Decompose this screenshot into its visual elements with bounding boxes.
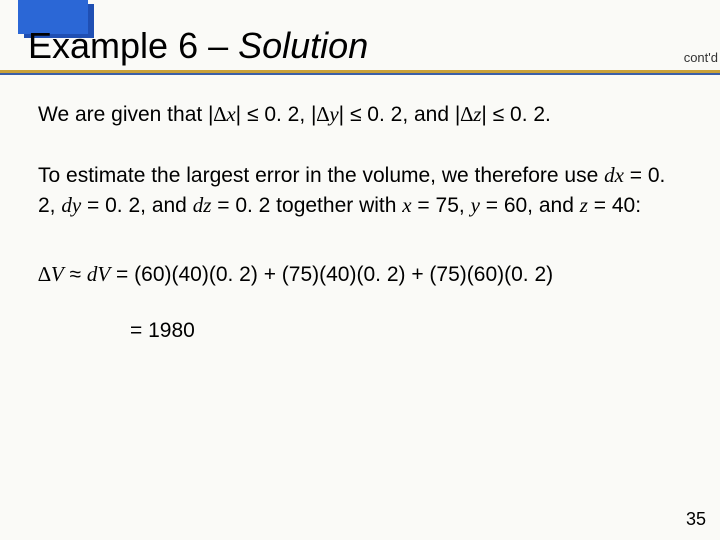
p1-text-c: | ≤ 0. 2, and |	[339, 103, 461, 126]
approx-sign: ≈	[64, 263, 87, 286]
p1-text-a: We are given that |	[38, 103, 214, 126]
p2-text-g: = 40:	[588, 194, 641, 217]
p2-text-f: = 60, and	[480, 194, 580, 217]
p2-text-d: = 0. 2 together with	[211, 194, 402, 217]
slide: Example 6 – Solution cont'd We are given…	[0, 0, 720, 540]
dV: dV	[87, 262, 110, 286]
z-var: z	[580, 193, 588, 217]
page-title: Example 6 – Solution	[28, 25, 368, 66]
title-italic: Solution	[238, 25, 368, 66]
x-var: x	[402, 193, 411, 217]
rule-blue	[0, 73, 720, 75]
equation-line: ∆V ≈ dV = (60)(40)(0. 2) + (75)(40)(0. 2…	[38, 260, 682, 289]
p1-text-d: | ≤ 0. 2.	[481, 103, 551, 126]
equation-rhs: = (60)(40)(0. 2) + (75)(40)(0. 2) + (75)…	[110, 263, 553, 286]
title-row: Example 6 – Solution	[28, 28, 720, 64]
p2-text-c: = 0. 2, and	[81, 194, 193, 217]
estimate-paragraph: To estimate the largest error in the vol…	[38, 161, 682, 220]
given-paragraph: We are given that |∆x| ≤ 0. 2, |∆y| ≤ 0.…	[38, 100, 682, 129]
delta-y: ∆y	[316, 102, 338, 126]
equation-result: = 1980	[38, 317, 682, 345]
p2-text-e: = 75,	[412, 194, 471, 217]
p1-text-b: | ≤ 0. 2, |	[236, 103, 317, 126]
delta-z: ∆z	[460, 102, 481, 126]
dy-var: dy	[61, 193, 81, 217]
slide-number: 35	[686, 509, 706, 530]
body: We are given that |∆x| ≤ 0. 2, |∆y| ≤ 0.…	[38, 100, 682, 346]
y-var: y	[471, 193, 480, 217]
delta-x: ∆x	[214, 102, 236, 126]
title-prefix: Example 6 –	[28, 25, 238, 66]
dz-var: dz	[193, 193, 212, 217]
p2-text-a: To estimate the largest error in the vol…	[38, 164, 604, 187]
delta-V: ∆V	[38, 262, 64, 286]
contd-label: cont'd	[684, 50, 718, 65]
dx-var: dx	[604, 163, 624, 187]
